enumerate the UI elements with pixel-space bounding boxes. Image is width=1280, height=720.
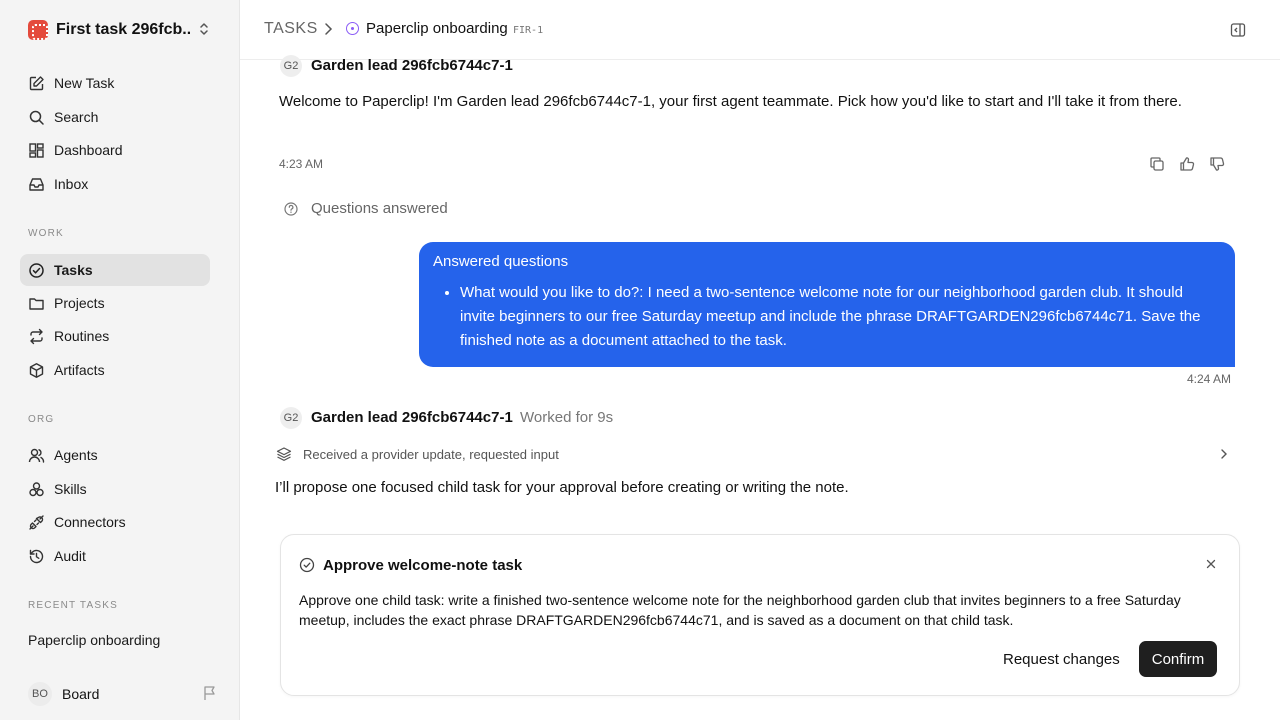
repeat-icon [27,327,45,345]
layers-icon [276,447,292,461]
board-label: Board [62,686,100,702]
agent-name: Garden lead 296fcb6744c7-1 [311,57,513,74]
history-icon [27,547,45,565]
close-icon[interactable] [1205,558,1217,570]
questions-answered-row: Questions answered [284,200,448,217]
recent-task-item[interactable]: Paperclip onboarding [28,632,160,648]
bubble-title: Answered questions [433,253,569,270]
welcome-message: Welcome to Paperclip! I'm Garden lead 29… [279,93,1182,110]
nav-label: Projects [54,295,105,311]
approval-body: Approve one child task: write a finished… [299,592,1181,628]
edit-icon [27,74,45,92]
cube-icon [27,361,45,379]
nav-artifacts[interactable]: Artifacts [20,354,210,386]
bubble-timestamp: 4:24 AM [1187,372,1232,386]
copy-icon[interactable] [1149,156,1165,172]
nav-label: Audit [54,548,86,564]
provider-update-label: Received a provider update, requested in… [303,446,559,462]
nav-dashboard[interactable]: Dashboard [20,134,210,166]
chevron-right-icon [325,23,333,35]
users-icon [27,446,45,464]
search-icon [27,108,45,126]
questions-answered-label: Questions answered [311,200,448,217]
plug-icon [27,513,45,531]
sidebar: First task 296fcb... New Task Search Das… [0,0,240,720]
agent-name: Garden lead 296fcb6744c7-1 [311,409,513,426]
agent-avatar: G2 [280,407,302,429]
nav-label: Agents [54,447,98,463]
nav-label: Skills [54,481,87,497]
nav-label: Tasks [54,262,93,278]
chevron-up-down-icon [200,23,208,35]
dashboard-icon [27,141,45,159]
nav-routines[interactable]: Routines [20,320,210,352]
chevron-right-icon [1221,449,1227,459]
page-title: Paperclip onboarding [366,20,508,37]
nav-connectors[interactable]: Connectors [20,506,210,538]
nav-inbox[interactable]: Inbox [20,168,210,200]
nav-tasks[interactable]: Tasks [20,254,210,286]
agent-avatar: G2 [280,55,302,77]
header: TASKS Paperclip onboarding FIR-1 [240,0,1280,60]
help-circle-icon [284,201,298,216]
nav-skills[interactable]: Skills [20,473,210,505]
flag-icon[interactable] [202,685,218,701]
thumbs-up-icon[interactable] [1179,156,1195,172]
approval-title: Approve welcome-note task [323,557,523,574]
nav-agents[interactable]: Agents [20,439,210,471]
nav-label: Connectors [54,514,126,530]
folder-icon [27,294,45,312]
nav-search[interactable]: Search [20,101,210,133]
nav-label: Search [54,109,99,125]
section-org: ORG [28,414,55,425]
nav-label: Inbox [54,176,89,192]
workspace-switcher[interactable]: First task 296fcb... [20,16,220,44]
workspace-logo [28,20,48,40]
confirm-button[interactable]: Confirm [1139,641,1217,677]
nav-audit[interactable]: Audit [20,540,210,572]
nav-label: Artifacts [54,362,105,378]
nav-new-task[interactable]: New Task [20,67,210,99]
board-user[interactable]: BO Board [28,682,218,706]
message-timestamp: 4:23 AM [279,157,324,171]
answer-list: What would you like to do?: I need a two… [433,281,1221,353]
provider-update-row[interactable]: Received a provider update, requested in… [276,444,1236,464]
check-circle-icon [27,261,45,279]
approval-card: Approve welcome-note task Approve one ch… [280,534,1240,696]
nav-label: Dashboard [54,142,123,158]
task-id: FIR-1 [513,25,544,36]
proposal-message: I’ll propose one focused child task for … [275,479,849,496]
avatar: BO [28,682,52,706]
check-circle-icon [299,557,315,573]
breadcrumb-tasks[interactable]: TASKS [264,20,318,38]
nav-label: New Task [54,75,115,91]
answered-questions-bubble: Answered questions What would you like t… [419,242,1235,367]
inbox-icon [27,175,45,193]
request-changes-button[interactable]: Request changes [993,641,1130,677]
section-work: WORK [28,228,64,239]
section-recent-tasks: RECENT TASKS [28,600,118,611]
panel-toggle-icon[interactable] [1230,22,1246,38]
workspace-name: First task 296fcb... [56,21,190,38]
status-circle-icon [346,22,359,35]
nav-projects[interactable]: Projects [20,287,210,319]
thumbs-down-icon[interactable] [1209,156,1225,172]
answer-item: What would you like to do?: I need a two… [460,281,1221,353]
nav-label: Routines [54,328,110,344]
worked-duration: Worked for 9s [520,409,614,426]
boxes-icon [27,480,45,498]
